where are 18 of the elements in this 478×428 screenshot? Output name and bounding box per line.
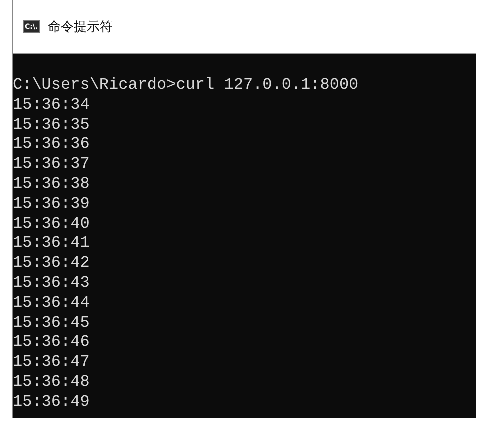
console-line: 15:36:46 bbox=[13, 333, 91, 354]
console-line: 15:36:48 bbox=[13, 372, 91, 393]
console-line: 15:36:34 bbox=[13, 96, 91, 116]
console-line: 15:36:44 bbox=[13, 294, 91, 314]
console-line: 15:36:45 bbox=[13, 314, 91, 334]
console-line: 15:36:35 bbox=[13, 116, 91, 136]
console-line: 15:36:38 bbox=[13, 174, 91, 195]
console-line: C:\Users\Ricardo>curl 127.0.0.1:8000 bbox=[13, 76, 360, 96]
console-line: 15:36:41 bbox=[13, 234, 91, 254]
console-line: 15:36:42 bbox=[13, 254, 91, 274]
console-line: 15:36:39 bbox=[13, 194, 91, 215]
console-line: 15:36:43 bbox=[13, 274, 91, 294]
console-line: 15:36:40 bbox=[13, 214, 91, 234]
console-line: 15:36:47 bbox=[13, 353, 91, 373]
console-line: 15:36:49 bbox=[13, 392, 91, 413]
console-line: 15:36:37 bbox=[13, 155, 91, 175]
console-line: 15:36:36 bbox=[13, 135, 91, 156]
window-title: 命令提示符 bbox=[48, 18, 113, 36]
